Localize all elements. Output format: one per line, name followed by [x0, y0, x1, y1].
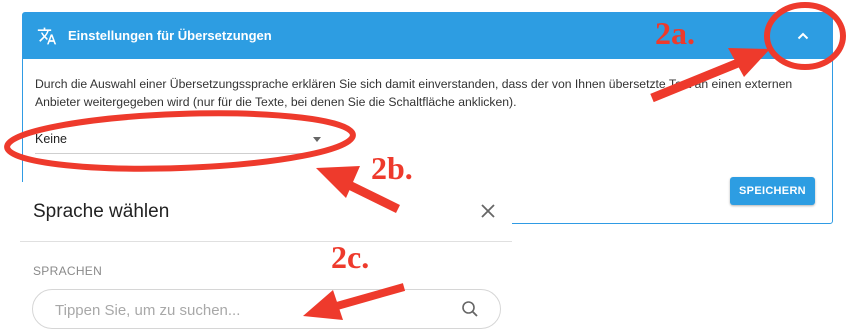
language-select[interactable]: Keine: [35, 129, 325, 154]
annotation-label-2b: 2b.: [371, 150, 413, 186]
collapse-button[interactable]: [792, 25, 814, 47]
languages-section-label: SPRACHEN: [33, 264, 103, 278]
language-select-value: Keine: [35, 132, 67, 146]
dialog-divider: [20, 241, 512, 242]
language-search-box[interactable]: [32, 289, 501, 329]
close-icon[interactable]: [477, 200, 499, 222]
dialog-title: Sprache wählen: [33, 201, 170, 222]
annotation-label-2a: 2a.: [655, 15, 695, 51]
caret-down-icon: [313, 137, 321, 142]
save-button[interactable]: SPEICHERN: [730, 177, 815, 205]
language-search-input[interactable]: [53, 298, 457, 322]
search-icon[interactable]: [461, 300, 479, 318]
language-dialog: Sprache wählen SPRACHEN: [20, 182, 512, 332]
annotation-label-2c: 2c.: [331, 239, 370, 275]
consent-text: Durch die Auswahl einer Übersetzungsspra…: [35, 77, 793, 109]
translate-icon: [37, 27, 57, 45]
panel-header[interactable]: Einstellungen für Übersetzungen: [23, 13, 832, 59]
panel-title: Einstellungen für Übersetzungen: [68, 28, 272, 43]
chevron-up-icon: [797, 32, 809, 40]
